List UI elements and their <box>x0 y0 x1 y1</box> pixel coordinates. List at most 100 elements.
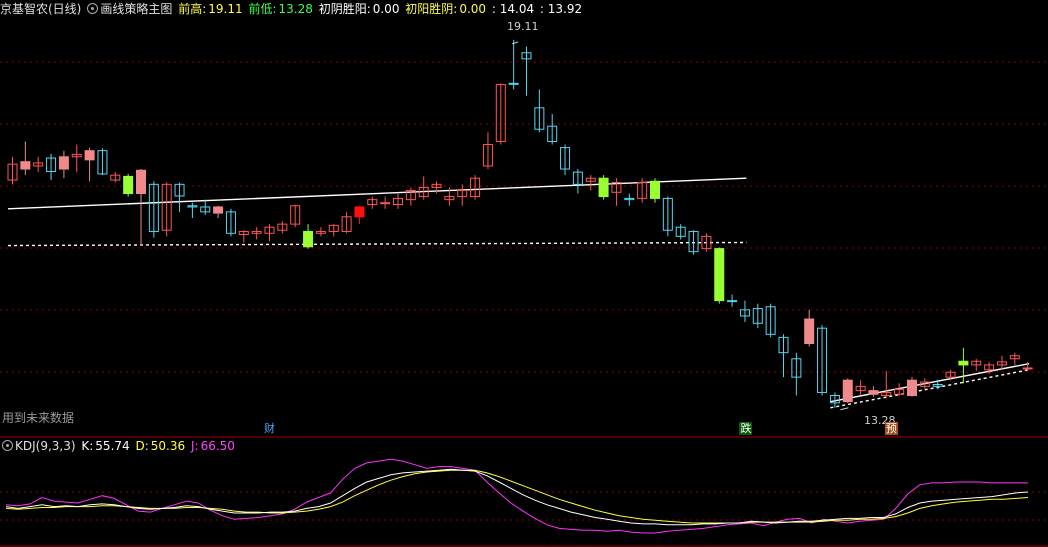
candle <box>71 144 82 173</box>
marker-die[interactable]: 跌 <box>739 422 753 435</box>
prev-high-label: 前高: <box>178 2 207 16</box>
candle <box>508 39 519 90</box>
candle-body <box>354 206 365 218</box>
price-annotations: 19.11 13.28 <box>507 20 896 427</box>
high-arrow <box>511 41 519 45</box>
gear-icon[interactable] <box>87 3 99 14</box>
candle-body <box>136 169 146 195</box>
candle <box>7 156 18 185</box>
j-value: 66.50 <box>200 439 235 453</box>
candle <box>881 371 892 399</box>
candle <box>264 224 275 242</box>
indicator-name[interactable]: 画线策略主图 <box>100 2 172 16</box>
candle <box>328 224 339 237</box>
gear-icon[interactable] <box>2 440 13 451</box>
candle <box>123 173 134 197</box>
prev-low-value: 13.28 <box>278 2 313 16</box>
extra-value-b: : 13.92 <box>539 2 583 16</box>
candle <box>200 199 211 215</box>
candle <box>907 377 917 397</box>
candle <box>688 230 699 255</box>
candle <box>971 358 982 372</box>
candle <box>315 227 326 237</box>
candle-body <box>958 360 969 366</box>
candle <box>842 378 853 403</box>
candle-body <box>598 177 609 198</box>
candle <box>495 83 506 145</box>
first-yin-win-yang-value: 0.00 <box>372 2 400 16</box>
candle <box>855 380 866 396</box>
candle <box>187 202 198 218</box>
grid-lines <box>0 61 1048 547</box>
candle-body <box>727 300 738 303</box>
candle-body <box>842 379 853 403</box>
candle <box>174 182 185 212</box>
main-chart[interactable]: 19.11 13.28 <box>0 0 1048 547</box>
candle <box>277 221 288 234</box>
candle <box>380 196 391 209</box>
candle-body <box>508 82 519 85</box>
candle <box>354 205 365 225</box>
candle <box>20 141 31 176</box>
candle <box>136 169 146 246</box>
candle <box>534 89 545 133</box>
candle <box>110 172 121 183</box>
candle <box>97 148 108 176</box>
candle <box>521 46 532 96</box>
candle-body <box>650 180 660 199</box>
kdj-d-line <box>5 469 1029 524</box>
j-label: J: <box>190 439 199 453</box>
candle <box>560 144 571 176</box>
chart-header: 京基智农(日线) 画线策略主图 前高: 19.11 前低: 13.28 初阴胜阳: 0.… <box>0 0 584 18</box>
candle <box>290 204 301 228</box>
low-arrow <box>840 407 849 411</box>
candle <box>1022 361 1033 372</box>
d-value: 50.36 <box>150 439 186 453</box>
candle <box>457 184 468 206</box>
marker-cai[interactable]: 财 <box>263 422 276 435</box>
candle <box>547 113 558 145</box>
candlestick-series[interactable] <box>7 39 1033 408</box>
prev-high-value: 19.11 <box>208 2 243 16</box>
candle <box>405 187 416 206</box>
candle <box>727 294 738 307</box>
candle <box>251 227 262 240</box>
candle-body <box>213 206 224 214</box>
candle <box>701 233 712 252</box>
candle <box>650 178 660 203</box>
candle <box>482 132 493 170</box>
candle <box>418 176 429 200</box>
candle <box>958 347 969 384</box>
candle-body <box>20 161 31 170</box>
candle <box>148 181 159 238</box>
prev-low-label: 前低: <box>248 2 277 16</box>
candle <box>778 334 789 378</box>
candle-body <box>1022 367 1033 370</box>
kdj-name[interactable]: KDJ(9,3,3) <box>15 439 76 453</box>
candle <box>739 300 750 323</box>
candle <box>470 175 481 200</box>
candle <box>303 224 314 249</box>
marker-yu[interactable]: 预 <box>884 422 898 435</box>
high-annotation: 19.11 <box>507 20 539 33</box>
candle <box>46 153 57 181</box>
trendline <box>7 241 747 247</box>
candle <box>393 193 403 209</box>
candle <box>225 208 236 237</box>
future-data-note: 用到未来数据 <box>2 411 75 425</box>
candle <box>213 205 224 218</box>
candle <box>341 211 352 234</box>
candle <box>598 175 609 200</box>
candle <box>238 230 249 243</box>
kdj-header: KDJ(9,3,3) K: 55.74 D: 50.36 J: 66.50 <box>0 437 237 455</box>
candle <box>572 169 583 194</box>
k-label: K: <box>81 439 94 453</box>
candle <box>367 196 378 209</box>
candle-body <box>123 175 134 195</box>
stock-title[interactable]: 京基智农(日线) <box>0 2 81 16</box>
extra-value-a: : 14.04 <box>491 2 535 16</box>
candle <box>1009 352 1020 365</box>
candle-body <box>58 156 69 170</box>
candle-body <box>303 230 314 248</box>
candle-body <box>907 379 917 397</box>
